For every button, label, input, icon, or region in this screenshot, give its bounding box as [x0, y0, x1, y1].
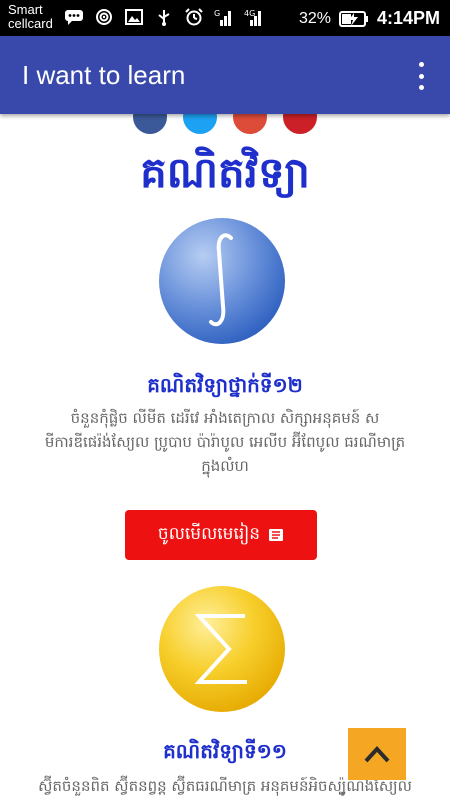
facebook-icon[interactable]	[133, 114, 167, 134]
svg-text:G: G	[214, 9, 220, 18]
course-description: ចំនួនកុំផ្លិច លីមីត ដេរីវេ អាំងតេក្រាល ស…	[44, 409, 406, 475]
google-plus-icon[interactable]	[233, 114, 267, 134]
app-title: I want to learn	[22, 60, 186, 90]
course-title[interactable]: គណិតវិទ្យាថ្នាក់ទី១២	[0, 372, 450, 402]
battery-charging-icon	[338, 10, 368, 27]
signal-g-icon: G	[214, 9, 231, 26]
notification-icons: G 4G	[64, 8, 264, 26]
page-heading: គណិតវិទ្យា	[140, 148, 310, 197]
sigma-icon[interactable]	[159, 586, 285, 712]
clock: 4:14PM	[376, 8, 440, 28]
status-bar: Smart cellcard G 4G 32% 4:14PM	[0, 0, 450, 36]
scroll-to-top-button[interactable]	[348, 728, 406, 780]
chat-icon	[65, 10, 83, 25]
social-share-row	[0, 114, 450, 134]
alarm-icon	[185, 8, 203, 26]
integral-icon[interactable]	[159, 218, 285, 344]
battery-percent: 32%	[298, 9, 331, 27]
more-vert-icon[interactable]	[410, 62, 432, 90]
signal-4g-icon: 4G	[244, 9, 261, 26]
carrier-line-2: cellcard	[8, 16, 53, 31]
main-content[interactable]: គណិតវិទ្យា គណិតវិទ្យាថ្នាក់ទី១២ ចំនួនកុំ…	[0, 114, 450, 800]
carrier-line-1: Smart	[8, 2, 43, 17]
pinterest-icon[interactable]	[283, 114, 317, 134]
twitter-icon[interactable]	[183, 114, 217, 134]
chevron-up-icon	[364, 746, 390, 763]
book-icon	[269, 529, 284, 541]
status-right: 32% 4:14PM	[299, 8, 440, 29]
hotspot-icon	[96, 9, 112, 25]
carrier-name: Smart cellcard	[8, 3, 53, 31]
usb-icon	[158, 10, 170, 26]
svg-text:4G: 4G	[244, 9, 255, 18]
view-lessons-button[interactable]: ចូលមើលមេរៀន	[125, 510, 317, 560]
image-icon	[125, 9, 143, 25]
app-bar: I want to learn	[0, 36, 450, 114]
view-lessons-label: ចូលមើលមេរៀន	[157, 523, 261, 544]
